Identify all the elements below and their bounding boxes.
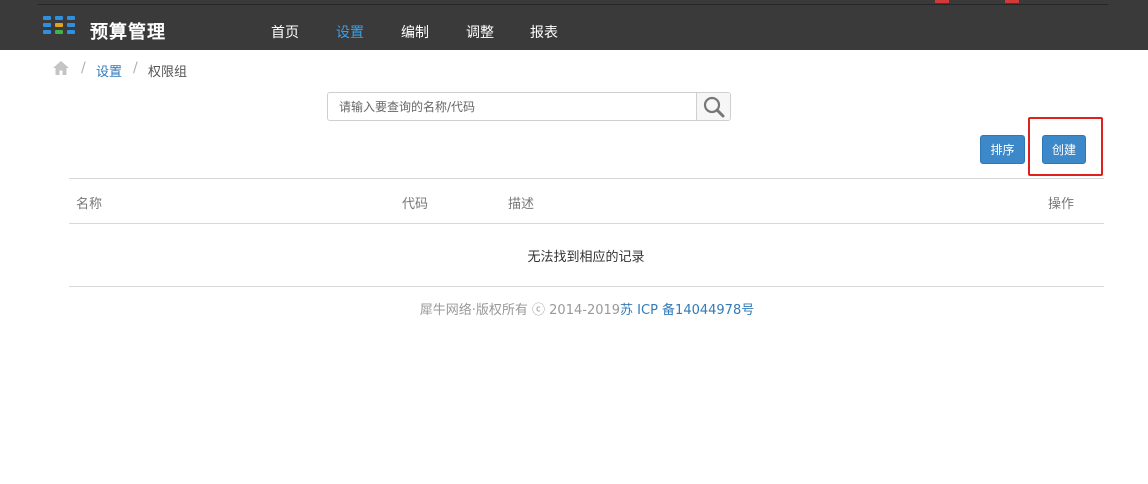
column-header-name[interactable]: 名称 — [76, 193, 102, 212]
nav-home[interactable]: 首页 — [271, 22, 299, 42]
nav-adjust[interactable]: 调整 — [466, 22, 494, 42]
column-header-code[interactable]: 代码 — [402, 193, 428, 212]
home-icon[interactable] — [52, 60, 70, 76]
notification-mark — [935, 0, 949, 3]
breadcrumb-current: 权限组 — [148, 65, 188, 80]
empty-records-message: 无法找到相应的记录 — [527, 250, 645, 265]
nav-reports[interactable]: 报表 — [530, 22, 558, 42]
footer-icp-link[interactable]: 苏 ICP 备14044978号 — [620, 303, 754, 318]
sort-button[interactable]: 排序 — [980, 135, 1025, 164]
breadcrumb-separator: / — [133, 60, 138, 76]
footer: 犀牛网络·版权所有 ⓒ 2014-2019苏 ICP 备14044978号 — [0, 299, 1148, 318]
footer-copyright: 犀牛网络·版权所有 ⓒ 2014-2019 — [419, 303, 621, 318]
table-bottom-border — [69, 286, 1104, 287]
breadcrumb-settings[interactable]: 设置 — [96, 61, 122, 80]
search-box — [327, 92, 731, 121]
column-header-actions: 操作 — [1048, 197, 1075, 212]
grid-dots-icon — [43, 16, 77, 36]
search-icon — [703, 96, 725, 118]
table-top-border — [69, 178, 1104, 179]
table-header-divider — [69, 223, 1104, 224]
notification-mark — [1005, 0, 1019, 3]
navbar-top-border — [38, 4, 1108, 5]
nav-compile[interactable]: 编制 — [401, 22, 429, 42]
search-button[interactable] — [696, 93, 730, 120]
nav-settings[interactable]: 设置 — [336, 22, 364, 42]
column-header-description[interactable]: 描述 — [508, 193, 534, 212]
top-navbar: 预算管理 首页 设置 编制 调整 报表 — [0, 0, 1148, 50]
app-title[interactable]: 预算管理 — [90, 18, 166, 44]
search-input[interactable] — [328, 93, 696, 120]
breadcrumb-separator: / — [81, 60, 86, 76]
create-button-highlight — [1028, 117, 1103, 176]
